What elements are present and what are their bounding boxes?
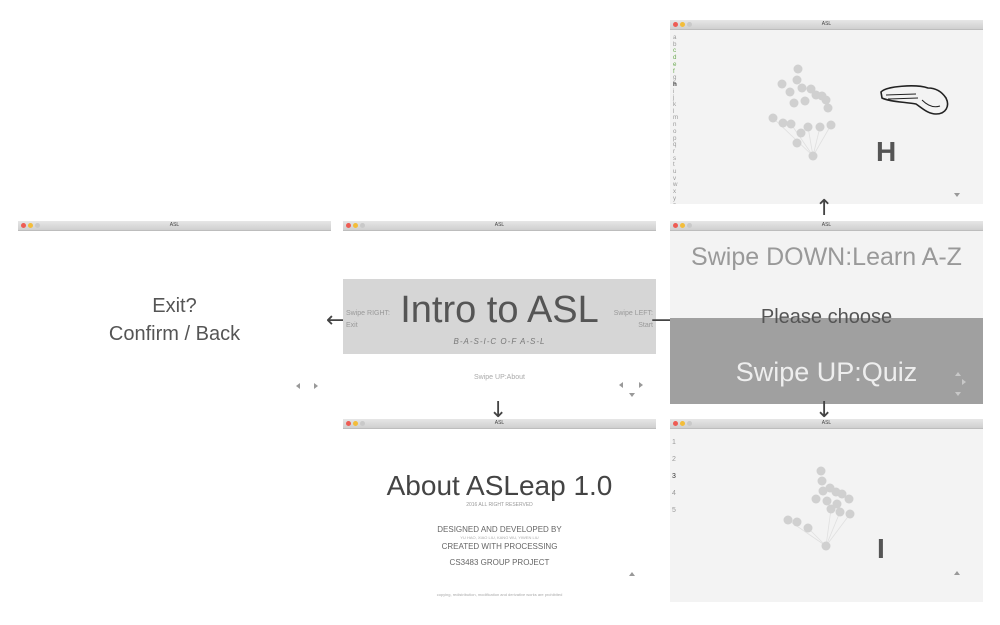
- learn-option[interactable]: Swipe DOWN:Learn A-Z: [670, 243, 983, 272]
- window-title: ASL: [494, 222, 505, 228]
- quiz-window: ASL 1 2 3 4 5 I: [670, 419, 983, 602]
- hand-skeleton-icon: [783, 466, 855, 551]
- about-title: About ASLeap 1.0: [386, 470, 613, 501]
- window-title: ASL: [494, 420, 505, 426]
- triangle-down-icon[interactable]: [955, 392, 961, 396]
- minimize-button[interactable]: [680, 22, 685, 27]
- window-titlebar[interactable]: ASL: [670, 221, 983, 231]
- window-titlebar[interactable]: ASL: [343, 221, 656, 231]
- exit-window: ASL Exit? Confirm / Back: [18, 221, 331, 403]
- triangle-left-icon[interactable]: [619, 382, 623, 388]
- window-titlebar[interactable]: ASL: [670, 20, 983, 30]
- rights-text: 2016 ALL RIGHT RESERVED: [466, 502, 533, 508]
- triangle-down-icon[interactable]: [629, 393, 635, 397]
- minimize-button[interactable]: [28, 223, 33, 228]
- close-button[interactable]: [673, 223, 678, 228]
- window-title: ASL: [821, 222, 832, 228]
- window-title: ASL: [169, 222, 180, 228]
- footer-text: copying, redistribution, modification an…: [436, 592, 563, 597]
- arrow-up-icon: ↑: [815, 196, 834, 221]
- project-text: CS3483 GROUP PROJECT: [449, 558, 550, 567]
- created-with-text: CREATED WITH PROCESSING: [441, 542, 558, 551]
- triangle-up-icon[interactable]: [629, 572, 635, 576]
- minimize-button[interactable]: [680, 223, 685, 228]
- designed-by-heading: DESIGNED AND DEVELOPED BY: [437, 525, 562, 534]
- quiz-letter: I: [877, 533, 885, 564]
- minimize-button[interactable]: [680, 421, 685, 426]
- window-titlebar[interactable]: ASL: [18, 221, 331, 231]
- zoom-button[interactable]: [360, 421, 365, 426]
- window-titlebar[interactable]: ASL: [670, 419, 983, 429]
- zoom-button[interactable]: [687, 223, 692, 228]
- close-button[interactable]: [21, 223, 26, 228]
- exit-hint[interactable]: Exit: [346, 322, 358, 329]
- close-button[interactable]: [346, 223, 351, 228]
- about-window: ASL About ASLeap 1.0 2016 ALL RIGHT RESE…: [343, 419, 656, 602]
- quiz-option[interactable]: Swipe UP:Quiz: [670, 357, 983, 388]
- swipe-left-hint: Swipe LEFT:: [613, 310, 653, 317]
- learn-letter: H: [876, 136, 897, 167]
- minimize-button[interactable]: [353, 421, 358, 426]
- zoom-button[interactable]: [360, 223, 365, 228]
- triangle-up-icon[interactable]: [954, 571, 960, 575]
- asl-hand-sign-h-icon: [880, 85, 949, 115]
- zoom-button[interactable]: [687, 421, 692, 426]
- zoom-button[interactable]: [35, 223, 40, 228]
- intro-window: ASL Intro to ASL B-A-S-I-C O-F A-S-L Swi…: [343, 221, 656, 403]
- triangle-right-icon[interactable]: [314, 383, 318, 389]
- close-button[interactable]: [673, 421, 678, 426]
- window-title: ASL: [821, 420, 832, 426]
- triangle-left-icon[interactable]: [296, 383, 300, 389]
- developer-names: YU HAO, XIAO LIU, KANG WU, YIWEN LIU: [460, 535, 539, 540]
- exit-question: Exit?: [152, 295, 197, 317]
- asl-glyph-subtitle: B-A-S-I-C O-F A-S-L: [453, 337, 546, 346]
- choose-prompt: Please choose: [760, 306, 893, 328]
- window-title: ASL: [821, 21, 832, 27]
- minimize-button[interactable]: [353, 223, 358, 228]
- triangle-up-icon[interactable]: [955, 372, 961, 376]
- triangle-right-icon[interactable]: [639, 382, 643, 388]
- zoom-button[interactable]: [687, 22, 692, 27]
- window-titlebar[interactable]: ASL: [343, 419, 656, 429]
- swipe-up-about-hint[interactable]: Swipe UP:About: [343, 374, 656, 381]
- close-button[interactable]: [346, 421, 351, 426]
- learn-window: ASL a b c d e f g h i j k l m n o p q r …: [670, 20, 983, 204]
- triangle-down-icon[interactable]: [954, 193, 960, 197]
- swipe-right-hint: Swipe RIGHT:: [346, 310, 390, 317]
- triangle-right-icon[interactable]: [962, 379, 966, 385]
- confirm-back-text[interactable]: Confirm / Back: [18, 323, 331, 346]
- close-button[interactable]: [673, 22, 678, 27]
- choose-window: ASL Swipe DOWN:Learn A-Z Please choose S…: [670, 221, 983, 404]
